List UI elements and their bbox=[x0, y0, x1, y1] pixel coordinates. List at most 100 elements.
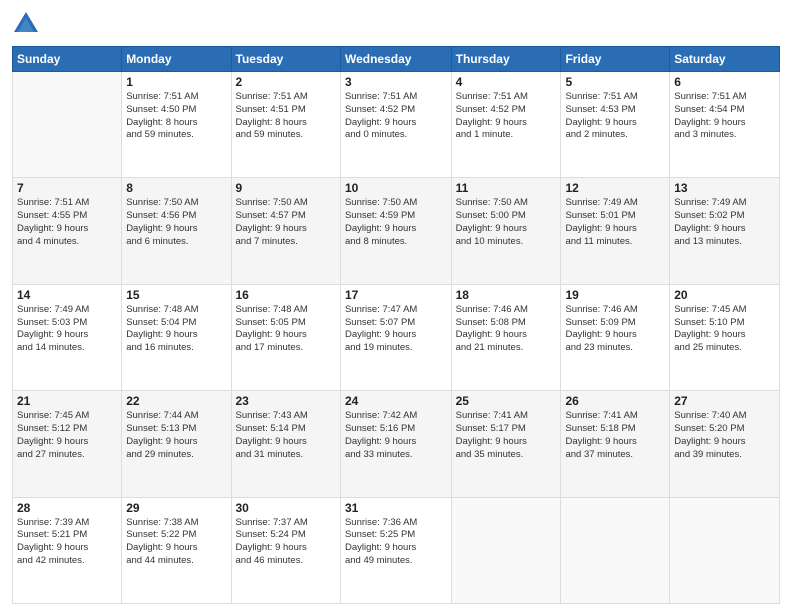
day-info: Sunrise: 7:51 AM Sunset: 4:52 PM Dayligh… bbox=[345, 91, 447, 142]
week-row-3: 14 Sunrise: 7:49 AM Sunset: 5:03 PM Dayli… bbox=[13, 284, 780, 390]
day-info: Sunrise: 7:51 AM Sunset: 4:54 PM Dayligh… bbox=[674, 91, 775, 142]
day-info: Sunrise: 7:50 AM Sunset: 4:56 PM Dayligh… bbox=[126, 197, 226, 248]
day-number: 10 bbox=[345, 181, 447, 195]
day-info: Sunrise: 7:51 AM Sunset: 4:55 PM Dayligh… bbox=[17, 197, 117, 248]
calendar-cell: 29Sunrise: 7:38 AM Sunset: 5:22 PM Dayli… bbox=[122, 497, 231, 603]
day-info: Sunrise: 7:47 AM Sunset: 5:07 PM Dayligh… bbox=[345, 304, 447, 355]
calendar-cell: 3 Sunrise: 7:51 AM Sunset: 4:52 PM Daylig… bbox=[340, 72, 451, 178]
day-info: Sunrise: 7:42 AM Sunset: 5:16 PM Dayligh… bbox=[345, 410, 447, 461]
calendar-cell: 1Sunrise: 7:51 AM Sunset: 4:50 PM Daylig… bbox=[122, 72, 231, 178]
day-info: Sunrise: 7:49 AM Sunset: 5:02 PM Dayligh… bbox=[674, 197, 775, 248]
day-info: Sunrise: 7:45 AM Sunset: 5:12 PM Dayligh… bbox=[17, 410, 117, 461]
calendar-cell: 19 Sunrise: 7:46 AM Sunset: 5:09 PM Dayli… bbox=[561, 284, 670, 390]
day-info: Sunrise: 7:48 AM Sunset: 5:05 PM Dayligh… bbox=[236, 304, 336, 355]
calendar-cell: 23 Sunrise: 7:43 AM Sunset: 5:14 PM Dayli… bbox=[231, 391, 340, 497]
day-info: Sunrise: 7:40 AM Sunset: 5:20 PM Dayligh… bbox=[674, 410, 775, 461]
day-number: 27 bbox=[674, 394, 775, 408]
day-info: Sunrise: 7:43 AM Sunset: 5:14 PM Dayligh… bbox=[236, 410, 336, 461]
calendar-cell: 8 Sunrise: 7:50 AM Sunset: 4:56 PM Daylig… bbox=[122, 178, 231, 284]
calendar-cell: 22 Sunrise: 7:44 AM Sunset: 5:13 PM Dayli… bbox=[122, 391, 231, 497]
day-number: 15 bbox=[126, 288, 226, 302]
calendar-cell: 17Sunrise: 7:47 AM Sunset: 5:07 PM Dayli… bbox=[340, 284, 451, 390]
calendar-table: SundayMondayTuesdayWednesdayThursdayFrid… bbox=[12, 46, 780, 604]
calendar-cell: 21 Sunrise: 7:45 AM Sunset: 5:12 PM Dayli… bbox=[13, 391, 122, 497]
day-number: 20 bbox=[674, 288, 775, 302]
day-info: Sunrise: 7:36 AM Sunset: 5:25 PM Dayligh… bbox=[345, 517, 447, 568]
day-info: Sunrise: 7:37 AM Sunset: 5:24 PM Dayligh… bbox=[236, 517, 336, 568]
day-number: 14 bbox=[17, 288, 117, 302]
day-number: 25 bbox=[456, 394, 557, 408]
day-number: 30 bbox=[236, 501, 336, 515]
day-info: Sunrise: 7:48 AM Sunset: 5:04 PM Dayligh… bbox=[126, 304, 226, 355]
day-info: Sunrise: 7:39 AM Sunset: 5:21 PM Dayligh… bbox=[17, 517, 117, 568]
weekday-header-sunday: Sunday bbox=[13, 47, 122, 72]
weekday-header-wednesday: Wednesday bbox=[340, 47, 451, 72]
calendar-cell: 13 Sunrise: 7:49 AM Sunset: 5:02 PM Dayli… bbox=[670, 178, 780, 284]
day-number: 7 bbox=[17, 181, 117, 195]
day-info: Sunrise: 7:41 AM Sunset: 5:18 PM Dayligh… bbox=[565, 410, 665, 461]
day-number: 16 bbox=[236, 288, 336, 302]
day-info: Sunrise: 7:51 AM Sunset: 4:52 PM Dayligh… bbox=[456, 91, 557, 142]
weekday-header-thursday: Thursday bbox=[451, 47, 561, 72]
calendar-cell: 6Sunrise: 7:51 AM Sunset: 4:54 PM Daylig… bbox=[670, 72, 780, 178]
calendar-cell: 2 Sunrise: 7:51 AM Sunset: 4:51 PM Daylig… bbox=[231, 72, 340, 178]
calendar-cell bbox=[13, 72, 122, 178]
calendar-cell: 20Sunrise: 7:45 AM Sunset: 5:10 PM Dayli… bbox=[670, 284, 780, 390]
week-row-5: 28Sunrise: 7:39 AM Sunset: 5:21 PM Dayli… bbox=[13, 497, 780, 603]
calendar-cell: 7 Sunrise: 7:51 AM Sunset: 4:55 PM Daylig… bbox=[13, 178, 122, 284]
day-number: 2 bbox=[236, 75, 336, 89]
calendar-cell: 5 Sunrise: 7:51 AM Sunset: 4:53 PM Daylig… bbox=[561, 72, 670, 178]
calendar-cell: 10Sunrise: 7:50 AM Sunset: 4:59 PM Dayli… bbox=[340, 178, 451, 284]
day-number: 22 bbox=[126, 394, 226, 408]
calendar-cell: 25 Sunrise: 7:41 AM Sunset: 5:17 PM Dayli… bbox=[451, 391, 561, 497]
calendar-cell: 9 Sunrise: 7:50 AM Sunset: 4:57 PM Daylig… bbox=[231, 178, 340, 284]
calendar-cell: 12 Sunrise: 7:49 AM Sunset: 5:01 PM Dayli… bbox=[561, 178, 670, 284]
header bbox=[12, 10, 780, 38]
day-number: 31 bbox=[345, 501, 447, 515]
day-info: Sunrise: 7:51 AM Sunset: 4:53 PM Dayligh… bbox=[565, 91, 665, 142]
weekday-header-tuesday: Tuesday bbox=[231, 47, 340, 72]
logo bbox=[12, 10, 44, 38]
day-number: 24 bbox=[345, 394, 447, 408]
day-info: Sunrise: 7:44 AM Sunset: 5:13 PM Dayligh… bbox=[126, 410, 226, 461]
day-number: 3 bbox=[345, 75, 447, 89]
calendar-cell: 26Sunrise: 7:41 AM Sunset: 5:18 PM Dayli… bbox=[561, 391, 670, 497]
calendar-cell: 31 Sunrise: 7:36 AM Sunset: 5:25 PM Dayli… bbox=[340, 497, 451, 603]
day-number: 8 bbox=[126, 181, 226, 195]
weekday-header-friday: Friday bbox=[561, 47, 670, 72]
day-info: Sunrise: 7:41 AM Sunset: 5:17 PM Dayligh… bbox=[456, 410, 557, 461]
calendar-cell: 24 Sunrise: 7:42 AM Sunset: 5:16 PM Dayli… bbox=[340, 391, 451, 497]
day-info: Sunrise: 7:49 AM Sunset: 5:01 PM Dayligh… bbox=[565, 197, 665, 248]
calendar-cell: 28Sunrise: 7:39 AM Sunset: 5:21 PM Dayli… bbox=[13, 497, 122, 603]
day-number: 21 bbox=[17, 394, 117, 408]
day-info: Sunrise: 7:50 AM Sunset: 4:57 PM Dayligh… bbox=[236, 197, 336, 248]
calendar-cell: 14 Sunrise: 7:49 AM Sunset: 5:03 PM Dayli… bbox=[13, 284, 122, 390]
day-info: Sunrise: 7:51 AM Sunset: 4:51 PM Dayligh… bbox=[236, 91, 336, 142]
day-number: 9 bbox=[236, 181, 336, 195]
calendar-cell: 11Sunrise: 7:50 AM Sunset: 5:00 PM Dayli… bbox=[451, 178, 561, 284]
calendar-cell: 30 Sunrise: 7:37 AM Sunset: 5:24 PM Dayli… bbox=[231, 497, 340, 603]
day-number: 12 bbox=[565, 181, 665, 195]
calendar-cell: 27 Sunrise: 7:40 AM Sunset: 5:20 PM Dayli… bbox=[670, 391, 780, 497]
day-info: Sunrise: 7:46 AM Sunset: 5:09 PM Dayligh… bbox=[565, 304, 665, 355]
day-number: 11 bbox=[456, 181, 557, 195]
page-container: SundayMondayTuesdayWednesdayThursdayFrid… bbox=[0, 0, 792, 612]
calendar-cell: 16 Sunrise: 7:48 AM Sunset: 5:05 PM Dayli… bbox=[231, 284, 340, 390]
day-number: 23 bbox=[236, 394, 336, 408]
calendar-cell: 4 Sunrise: 7:51 AM Sunset: 4:52 PM Daylig… bbox=[451, 72, 561, 178]
day-info: Sunrise: 7:49 AM Sunset: 5:03 PM Dayligh… bbox=[17, 304, 117, 355]
calendar-cell bbox=[561, 497, 670, 603]
logo-icon bbox=[12, 10, 40, 38]
day-number: 4 bbox=[456, 75, 557, 89]
day-info: Sunrise: 7:46 AM Sunset: 5:08 PM Dayligh… bbox=[456, 304, 557, 355]
weekday-header-monday: Monday bbox=[122, 47, 231, 72]
calendar-cell bbox=[451, 497, 561, 603]
day-info: Sunrise: 7:38 AM Sunset: 5:22 PM Dayligh… bbox=[126, 517, 226, 568]
week-row-4: 21 Sunrise: 7:45 AM Sunset: 5:12 PM Dayli… bbox=[13, 391, 780, 497]
day-number: 19 bbox=[565, 288, 665, 302]
day-number: 13 bbox=[674, 181, 775, 195]
weekday-header-saturday: Saturday bbox=[670, 47, 780, 72]
day-number: 1 bbox=[126, 75, 226, 89]
day-number: 5 bbox=[565, 75, 665, 89]
calendar-cell: 15 Sunrise: 7:48 AM Sunset: 5:04 PM Dayli… bbox=[122, 284, 231, 390]
